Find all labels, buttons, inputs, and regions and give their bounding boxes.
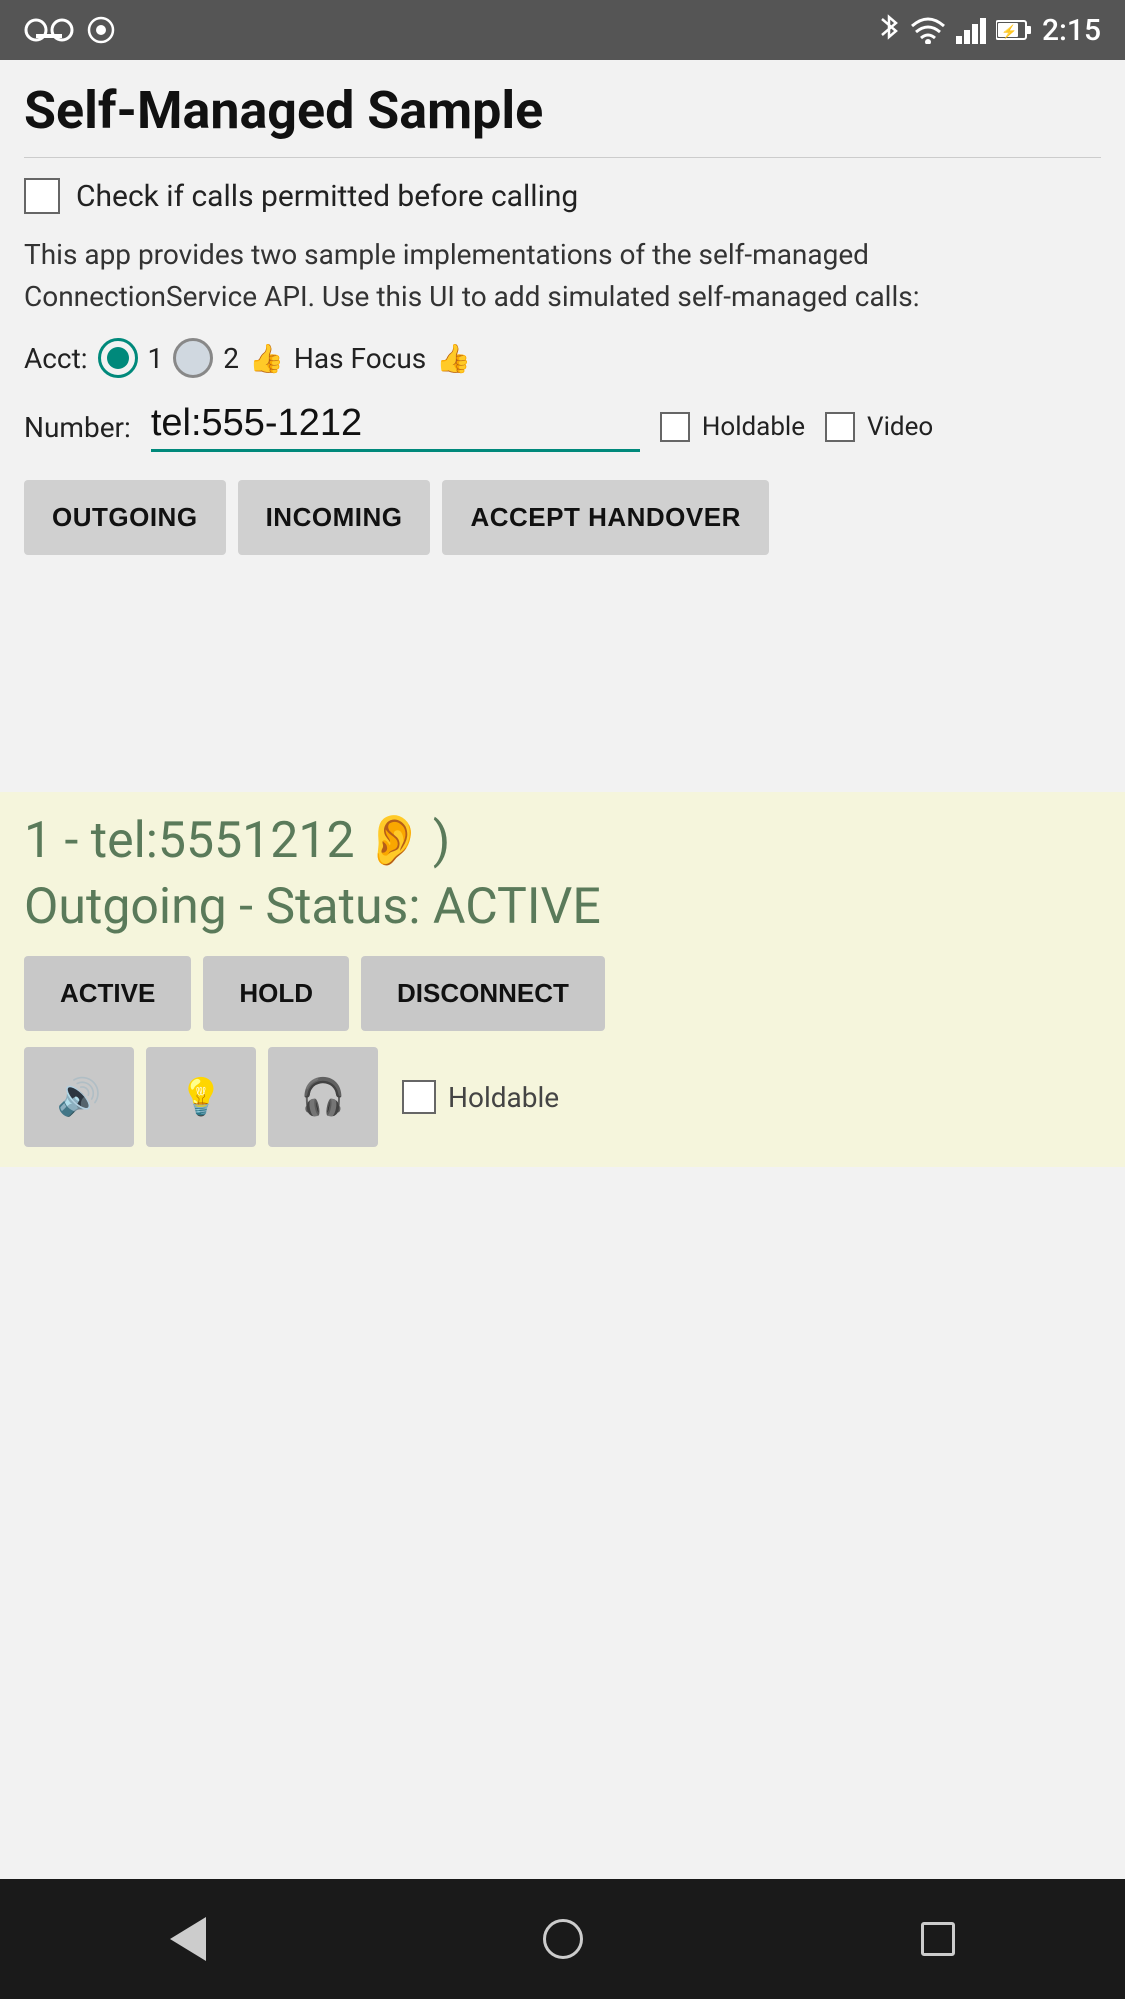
video-checkbox[interactable]	[825, 412, 855, 442]
back-button[interactable]	[148, 1899, 228, 1979]
app-title: Self-Managed Sample	[24, 80, 1101, 141]
voicemail-icon	[24, 18, 74, 42]
number-label: Number:	[24, 411, 131, 444]
disconnect-button[interactable]: DISCONNECT	[361, 956, 605, 1031]
home-icon	[543, 1919, 583, 1959]
call-action-row: ACTIVE HOLD DISCONNECT	[24, 956, 1101, 1031]
call-status: Outgoing - Status: ACTIVE	[24, 878, 1101, 936]
description-text: This app provides two sample implementat…	[24, 234, 1101, 318]
acct-label: Acct:	[24, 342, 88, 375]
card-holdable-checkbox[interactable]	[402, 1080, 436, 1114]
sync-icon	[86, 15, 116, 45]
call-number-text: 1 - tel:5551212	[24, 812, 355, 870]
number-input[interactable]	[151, 402, 640, 452]
calls-permitted-checkbox[interactable]	[24, 178, 60, 214]
acct-row: Acct: 1 2 👍 Has Focus 👍	[24, 338, 1101, 378]
divider	[24, 157, 1101, 158]
paren-close: )	[433, 812, 450, 870]
has-focus-label: Has Focus	[294, 342, 426, 375]
speaker-button[interactable]: 🔊	[24, 1047, 134, 1147]
status-time: 2:15	[1042, 13, 1101, 48]
recent-button[interactable]	[898, 1899, 978, 1979]
video-label: Video	[867, 412, 933, 442]
ear-emoji: 👂	[363, 812, 425, 870]
hold-button[interactable]: HOLD	[203, 956, 349, 1031]
call-card: 1 - tel:5551212 👂 ) Outgoing - Status: A…	[0, 792, 1125, 1167]
holdable-label: Holdable	[702, 412, 805, 442]
status-bar-left	[24, 15, 116, 45]
number-row: Number: Holdable Video	[24, 402, 1101, 452]
card-holdable-label: Holdable	[448, 1081, 559, 1114]
acct1-radio[interactable]	[98, 338, 138, 378]
wifi-icon	[910, 16, 946, 44]
thumbs-up-emoji: 👍	[249, 342, 284, 375]
holdable-checkbox[interactable]	[660, 412, 690, 442]
signal-icon	[956, 16, 986, 44]
battery-icon: ⚡	[996, 19, 1032, 41]
speaker-icon: 🔊	[57, 1076, 102, 1118]
video-row: Video	[825, 412, 933, 442]
accept-handover-button[interactable]: ACCEPT HANDOVER	[442, 480, 768, 555]
outgoing-button[interactable]: OUTGOING	[24, 480, 226, 555]
bluetooth-icon	[878, 13, 900, 47]
call-number-row: 1 - tel:5551212 👂 )	[24, 812, 1101, 870]
acct2-number: 2	[223, 342, 239, 375]
nav-bar	[0, 1879, 1125, 1999]
acct1-number: 1	[148, 342, 164, 375]
headphones-button[interactable]: 🎧	[268, 1047, 378, 1147]
empty-area	[0, 1167, 1125, 1879]
status-bar-right: ⚡ 2:15	[878, 13, 1101, 48]
incoming-button[interactable]: INCOMING	[238, 480, 431, 555]
calls-permitted-row: Check if calls permitted before calling	[24, 178, 1101, 214]
svg-text:⚡: ⚡	[1001, 24, 1017, 40]
home-button[interactable]	[523, 1899, 603, 1979]
recent-icon	[921, 1922, 955, 1956]
holdable-row: Holdable	[660, 412, 805, 442]
active-button[interactable]: ACTIVE	[24, 956, 191, 1031]
has-focus-emoji: 👍	[436, 342, 471, 375]
status-bar: ⚡ 2:15	[0, 0, 1125, 60]
main-content: Self-Managed Sample Check if calls permi…	[0, 60, 1125, 792]
card-holdable-row: Holdable	[402, 1080, 559, 1114]
acct2-radio[interactable]	[173, 338, 213, 378]
bulb-icon: 💡	[179, 1076, 224, 1118]
calls-permitted-label: Check if calls permitted before calling	[76, 179, 578, 214]
action-buttons: OUTGOING INCOMING ACCEPT HANDOVER	[24, 480, 1101, 555]
bulb-button[interactable]: 💡	[146, 1047, 256, 1147]
back-icon	[170, 1917, 206, 1961]
call-icon-row: 🔊 💡 🎧 Holdable	[24, 1047, 1101, 1147]
headphones-icon: 🎧	[301, 1076, 346, 1118]
